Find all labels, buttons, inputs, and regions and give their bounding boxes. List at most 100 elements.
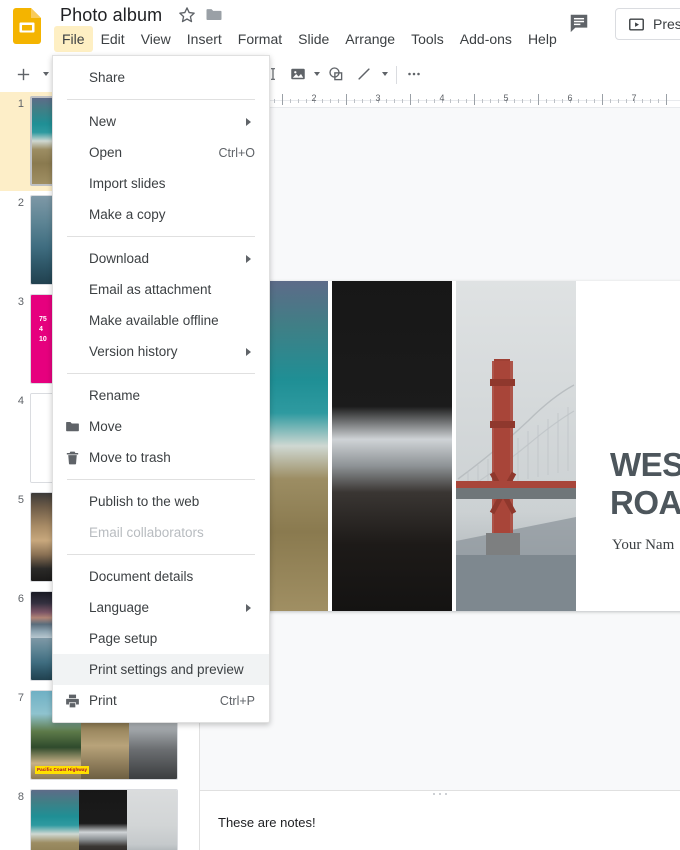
menu-tools[interactable]: Tools bbox=[403, 26, 452, 52]
ruler-number: 7 bbox=[631, 93, 637, 103]
file-menu-item-document-details[interactable]: Document details bbox=[53, 561, 269, 592]
ruler-minor-tick bbox=[426, 99, 427, 103]
ruler-minor-tick bbox=[394, 99, 395, 103]
file-menu-item-download[interactable]: Download bbox=[53, 243, 269, 274]
comment-icon[interactable] bbox=[568, 12, 592, 36]
drive-folder-icon[interactable] bbox=[204, 5, 224, 25]
menu-item-label: Open bbox=[89, 145, 123, 160]
ruler-minor-tick bbox=[274, 99, 275, 103]
star-outline-icon[interactable] bbox=[177, 5, 197, 25]
shape-icon[interactable] bbox=[326, 62, 346, 86]
slide-subtitle[interactable]: Your Nam bbox=[612, 537, 674, 554]
horizontal-ruler[interactable]: 1234567 bbox=[200, 92, 680, 108]
ruler-minor-tick bbox=[434, 99, 435, 103]
file-menu-item-move[interactable]: Move bbox=[53, 411, 269, 442]
more-horizontal-icon[interactable] bbox=[404, 62, 424, 86]
current-slide[interactable]: WES ROA Your Nam bbox=[208, 281, 680, 611]
file-menu-item-move-to-trash[interactable]: Move to trash bbox=[53, 442, 269, 473]
chevron-down-icon bbox=[43, 72, 49, 76]
file-menu-item-language[interactable]: Language bbox=[53, 592, 269, 623]
pink-slide-number: 10 bbox=[39, 336, 47, 343]
menu-item-label: Make available offline bbox=[89, 313, 219, 328]
file-menu-item-publish-to-the-web[interactable]: Publish to the web bbox=[53, 486, 269, 517]
file-menu-item-make-a-copy[interactable]: Make a copy bbox=[53, 199, 269, 230]
file-menu-item-new[interactable]: New bbox=[53, 106, 269, 137]
menu-separator bbox=[67, 373, 255, 374]
menu-format[interactable]: Format bbox=[230, 26, 290, 52]
present-button[interactable]: Prese bbox=[615, 8, 680, 40]
menu-item-label: Version history bbox=[89, 344, 178, 359]
file-menu-item-print[interactable]: Print Ctrl+P bbox=[53, 685, 269, 716]
line-icon[interactable] bbox=[354, 62, 374, 86]
ruler-major-tick bbox=[410, 94, 411, 105]
file-menu-item-email-as-attachment[interactable]: Email as attachment bbox=[53, 274, 269, 305]
menu-slide[interactable]: Slide bbox=[290, 26, 337, 52]
menu-insert[interactable]: Insert bbox=[179, 26, 230, 52]
file-menu-item-rename[interactable]: Rename bbox=[53, 380, 269, 411]
speaker-notes-text[interactable]: These are notes! bbox=[218, 815, 316, 830]
filmstrip-slide-8[interactable]: 8 bbox=[0, 785, 199, 850]
ruler-minor-tick bbox=[626, 99, 627, 103]
menu-item-label: Import slides bbox=[89, 176, 166, 191]
google-slides-icon[interactable] bbox=[10, 4, 44, 48]
ruler-major-tick bbox=[474, 94, 475, 105]
chevron-down-icon bbox=[314, 72, 320, 76]
slide-number: 6 bbox=[17, 593, 24, 605]
pink-slide-number: 75 bbox=[39, 316, 47, 323]
ruler-minor-tick bbox=[522, 99, 523, 103]
ruler-number: 2 bbox=[311, 93, 317, 103]
menu-item-label: Move bbox=[89, 419, 123, 434]
ruler-minor-tick bbox=[658, 99, 659, 103]
slide-canvas-area[interactable]: WES ROA Your Nam bbox=[200, 108, 680, 790]
menu-add-ons[interactable]: Add-ons bbox=[452, 26, 520, 52]
ruler-minor-tick bbox=[642, 99, 643, 103]
menu-item-label: Language bbox=[89, 600, 150, 615]
menu-item-label: Make a copy bbox=[89, 207, 166, 222]
file-menu-item-print-settings-and-preview[interactable]: Print settings and preview bbox=[53, 654, 269, 685]
ruler-minor-tick bbox=[578, 99, 579, 103]
slide-title-line2[interactable]: ROA bbox=[610, 484, 680, 522]
menu-edit[interactable]: Edit bbox=[93, 26, 133, 52]
file-menu-popup[interactable]: Share New Open Ctrl+O Import slides Make a co… bbox=[52, 55, 270, 723]
speaker-notes-pane[interactable]: These are notes! bbox=[200, 791, 680, 850]
image-icon[interactable] bbox=[288, 62, 308, 86]
ruler-number: 5 bbox=[503, 93, 509, 103]
drag-handle-icon[interactable] bbox=[433, 793, 447, 795]
ruler-minor-tick bbox=[594, 99, 595, 103]
image-dropdown[interactable] bbox=[310, 62, 324, 86]
chevron-down-icon bbox=[382, 72, 388, 76]
ruler-minor-tick bbox=[322, 99, 323, 103]
submenu-arrow-icon bbox=[246, 117, 251, 126]
slide-title-line1[interactable]: WES bbox=[610, 446, 680, 484]
ruler-number: 3 bbox=[375, 93, 381, 103]
menu-item-label: Page setup bbox=[89, 631, 158, 646]
menu-item-label: Publish to the web bbox=[89, 494, 200, 509]
file-menu-item-share[interactable]: Share bbox=[53, 62, 269, 93]
ruler-minor-tick bbox=[362, 99, 363, 103]
file-menu-item-version-history[interactable]: Version history bbox=[53, 336, 269, 367]
ruler-minor-tick bbox=[354, 99, 355, 103]
file-menu-item-page-setup[interactable]: Page setup bbox=[53, 623, 269, 654]
menu-separator bbox=[67, 479, 255, 480]
menu-view[interactable]: View bbox=[133, 26, 179, 52]
ruler-minor-tick bbox=[330, 99, 331, 103]
new-slide-button[interactable] bbox=[12, 62, 34, 86]
thumbnail-caption: Pacific Coast Highway bbox=[35, 766, 90, 774]
file-menu-item-import-slides[interactable]: Import slides bbox=[53, 168, 269, 199]
file-menu-item-email-collaborators: Email collaborators bbox=[53, 517, 269, 548]
menu-help[interactable]: Help bbox=[520, 26, 565, 52]
file-menu-item-open[interactable]: Open Ctrl+O bbox=[53, 137, 269, 168]
menu-separator bbox=[67, 99, 255, 100]
menu-arrange[interactable]: Arrange bbox=[337, 26, 403, 52]
document-title[interactable]: Photo album bbox=[60, 2, 162, 28]
menu-file[interactable]: File bbox=[54, 26, 93, 52]
slide-number: 4 bbox=[17, 395, 24, 407]
file-menu-item-make-available-offline[interactable]: Make available offline bbox=[53, 305, 269, 336]
folder-icon bbox=[64, 418, 81, 435]
line-dropdown[interactable] bbox=[378, 62, 392, 86]
golden-gate-bridge-photo[interactable] bbox=[456, 281, 576, 611]
submenu-arrow-icon bbox=[246, 254, 251, 263]
gallery-art bbox=[31, 790, 177, 850]
person-standing-photo[interactable] bbox=[332, 281, 452, 611]
slide-thumbnail[interactable] bbox=[30, 789, 178, 850]
